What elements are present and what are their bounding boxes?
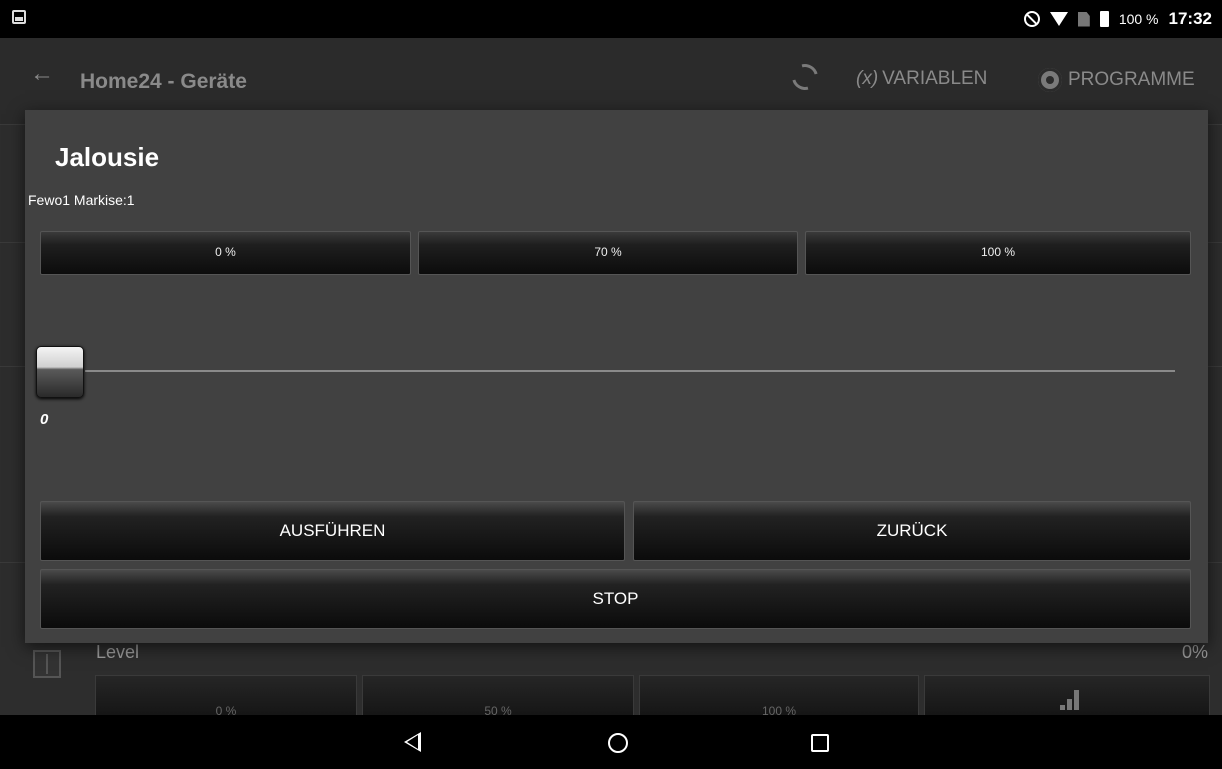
execute-button[interactable]: AUSFÜHREN xyxy=(40,501,625,561)
status-bar: 100 % 17:32 xyxy=(0,0,1222,38)
status-icons: 100 % 17:32 xyxy=(1023,6,1212,32)
image-icon xyxy=(12,10,26,24)
device-name: Fewo1 Markise:1 xyxy=(28,192,135,208)
refresh-icon[interactable] xyxy=(787,59,823,95)
programme-label: PROGRAMME xyxy=(1068,69,1195,90)
app-title: Home24 - Geräte xyxy=(80,70,247,93)
jalousie-dialog: Jalousie Fewo1 Markise:1 0 % 70 % 100 % … xyxy=(25,110,1208,643)
slider-thumb[interactable] xyxy=(36,346,84,398)
blind-icon xyxy=(33,650,61,678)
screen: 100 % 17:32 ← Home24 - Geräte (x) VARIABL… xyxy=(0,0,1222,769)
navigation-bar xyxy=(0,715,1222,769)
variablen-button[interactable]: (x) VARIABLEN xyxy=(856,68,987,90)
signal-bars-icon xyxy=(1060,688,1084,710)
action-bar: ← Home24 - Geräte (x) VARIABLEN PROGRAMME xyxy=(0,38,1222,110)
circle-home-icon[interactable] xyxy=(608,733,628,753)
variable-icon: (x) xyxy=(856,68,879,89)
no-sim-icon xyxy=(1077,11,1090,27)
dialog-title: Jalousie xyxy=(55,142,160,172)
preset-button-70[interactable]: 70 % xyxy=(418,231,798,275)
wifi-icon xyxy=(1049,12,1068,26)
do-not-disturb-icon xyxy=(1023,11,1040,27)
slider-track[interactable] xyxy=(85,370,1175,372)
level-value: 0% xyxy=(1181,642,1208,662)
triangle-back-icon[interactable] xyxy=(404,732,421,752)
programme-button[interactable]: PROGRAMME xyxy=(1038,68,1195,92)
battery-icon xyxy=(1099,11,1109,27)
clock: 17:32 xyxy=(1168,9,1212,28)
bg-preset-button[interactable]: 0 % xyxy=(95,675,357,720)
bg-preset-button[interactable]: 100 % xyxy=(639,675,919,720)
preset-button-100[interactable]: 100 % xyxy=(805,231,1191,275)
gear-icon xyxy=(1038,68,1062,92)
battery-percent: 100 % xyxy=(1118,11,1159,27)
stop-button[interactable]: STOP xyxy=(40,569,1191,629)
arrow-left-icon[interactable]: ← xyxy=(30,62,54,86)
preset-button-0[interactable]: 0 % xyxy=(40,231,411,275)
bg-preset-button[interactable]: 50 % xyxy=(362,675,634,720)
slider-value: 0 xyxy=(40,411,49,428)
level-label: Level xyxy=(96,642,140,662)
square-recent-icon[interactable] xyxy=(811,734,829,752)
variablen-label: VARIABLEN xyxy=(882,68,988,89)
back-button[interactable]: ZURÜCK xyxy=(633,501,1191,561)
